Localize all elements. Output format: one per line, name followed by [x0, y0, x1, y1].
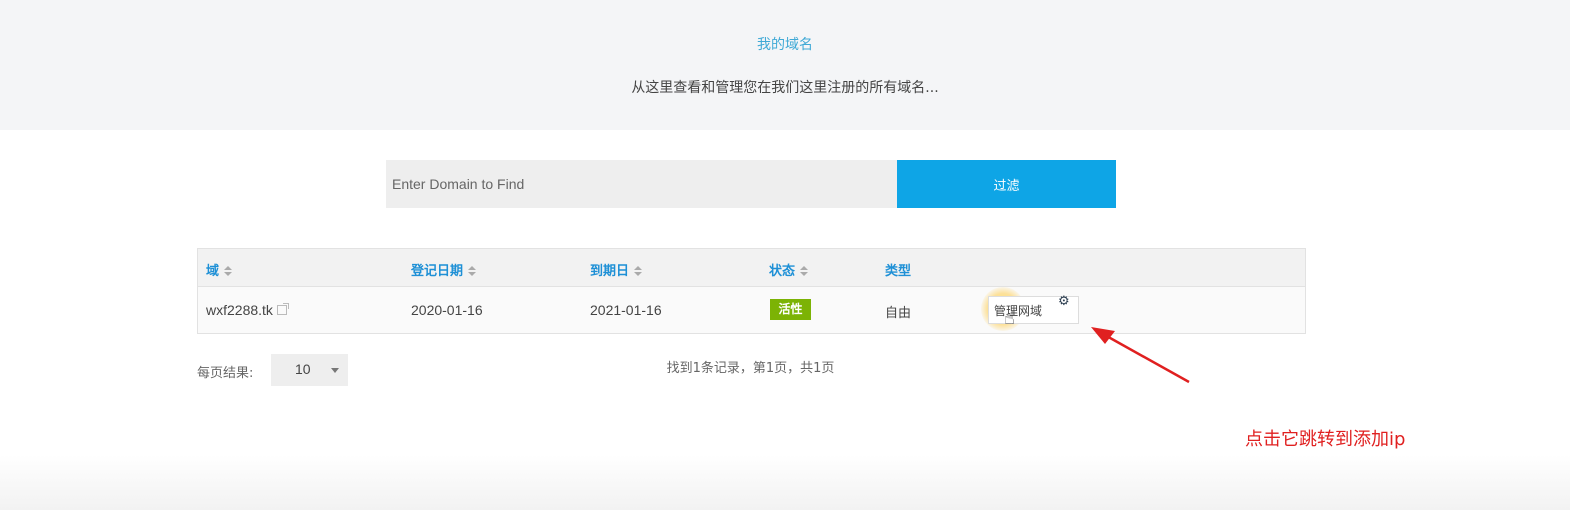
sort-icon	[224, 266, 233, 276]
table-header: 域 登记日期 到期日 状态 类型	[198, 249, 1305, 287]
domain-search-input[interactable]	[386, 160, 897, 208]
column-header-label: 状态	[769, 264, 796, 279]
domain-link[interactable]: wxf2288.tk	[206, 302, 273, 318]
page-title: 我的域名	[757, 37, 813, 53]
status-badge: 活性	[770, 299, 811, 320]
sort-icon	[800, 266, 809, 276]
sort-icon	[634, 266, 643, 276]
column-header-registered[interactable]: 登记日期	[411, 260, 477, 279]
footer-area	[0, 455, 1570, 510]
page-hero: 我的域名 从这里查看和管理您在我们这里注册的所有域名...	[0, 0, 1570, 130]
column-header-label: 域	[206, 264, 220, 279]
records-summary: 找到1条记录，第1页，共1页	[666, 361, 835, 376]
manage-domain-label: 管理网域	[994, 303, 1043, 318]
column-header-label: 登记日期	[411, 264, 464, 279]
page-subtitle: 从这里查看和管理您在我们这里注册的所有域名...	[631, 80, 939, 96]
column-header-label: 到期日	[590, 264, 630, 279]
filter-button[interactable]: 过滤	[897, 160, 1116, 208]
hand-cursor-icon: ☝	[1004, 308, 1015, 329]
registered-date: 2020-01-16	[411, 302, 483, 318]
annotation-note: 点击它跳转到添加ip	[1245, 429, 1406, 450]
arrow-icon	[1091, 327, 1190, 384]
domain-type: 自由	[885, 306, 912, 321]
column-header-type: 类型	[885, 264, 912, 279]
domain-cell[interactable]: wxf2288.tk	[206, 302, 289, 318]
column-header-expires[interactable]: 到期日	[590, 260, 643, 279]
external-link-icon[interactable]	[276, 303, 289, 315]
gear-icon[interactable]: ⚙	[1058, 294, 1070, 309]
expiry-date: 2021-01-16	[590, 302, 662, 318]
column-header-domain[interactable]: 域	[206, 260, 233, 279]
column-header-status[interactable]: 状态	[769, 260, 809, 279]
sort-icon	[468, 266, 477, 276]
